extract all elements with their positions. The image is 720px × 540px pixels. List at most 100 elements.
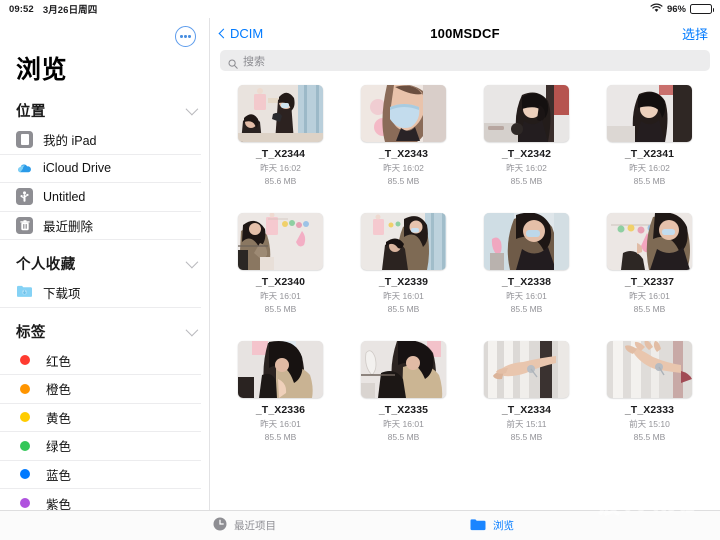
- sidebar-item-tag-blue[interactable]: 蓝色: [0, 461, 201, 489]
- file-item[interactable]: _T_X2340 昨天 16:01 85.5 MB: [224, 213, 337, 315]
- file-thumbnail[interactable]: [484, 85, 569, 142]
- sidebar-item-downloads[interactable]: 下载项: [0, 279, 201, 308]
- page-title: 100MSDCF: [430, 25, 500, 41]
- file-name: _T_X2337: [624, 276, 675, 288]
- file-item[interactable]: _T_X2338 昨天 16:01 85.5 MB: [470, 213, 583, 315]
- battery-percent: 96%: [666, 3, 686, 15]
- file-date: 昨天 16:01: [260, 290, 301, 301]
- file-grid: _T_X2344 昨天 16:02 85.6 MB _T_X2343 昨天 16…: [224, 85, 706, 443]
- tag-dot-icon: [19, 383, 30, 394]
- file-name: _T_X2344: [255, 148, 306, 160]
- file-item[interactable]: _T_X2333 前天 15:10 85.5 MB: [593, 341, 706, 443]
- file-item[interactable]: _T_X2339 昨天 16:01 85.5 MB: [347, 213, 460, 315]
- sidebar-group-title: 标签: [16, 324, 46, 341]
- sidebar-item-icloud-drive[interactable]: iCloud Drive: [0, 155, 201, 183]
- sidebar-item-tag-yellow[interactable]: 黄色: [0, 404, 201, 432]
- chevron-left-icon: [218, 28, 229, 38]
- sidebar-item-label: Untitled: [43, 189, 86, 204]
- status-date: 3月26日周四: [42, 5, 98, 16]
- file-name: _T_X2342: [501, 148, 552, 160]
- file-size: 85.5 MB: [510, 304, 543, 314]
- ipad-icon: [16, 131, 33, 149]
- tag-dot-icon: [19, 469, 30, 480]
- chevron-down-icon[interactable]: [185, 102, 199, 116]
- file-item[interactable]: _T_X2341 昨天 16:02 85.5 MB: [593, 85, 706, 187]
- file-date: 前天 15:10: [629, 418, 670, 429]
- sidebar-item-tag-purple[interactable]: 紫色: [0, 489, 201, 510]
- file-thumbnail[interactable]: [484, 213, 569, 270]
- file-date: 昨天 16:01: [383, 418, 424, 429]
- file-name: _T_X2335: [378, 404, 429, 416]
- ellipsis-circle-icon[interactable]: [175, 26, 196, 47]
- folder-icon: [470, 518, 486, 534]
- sidebar-scroll[interactable]: 浏览 位置 我的 iPad iCloud Drive Untitled 最近删除…: [0, 55, 209, 510]
- file-item[interactable]: _T_X2343 昨天 16:02 85.5 MB: [347, 85, 460, 187]
- file-date: 昨天 16:02: [260, 162, 301, 173]
- sidebar-item-label: 下载项: [43, 287, 81, 302]
- file-item[interactable]: _T_X2336 昨天 16:01 85.5 MB: [224, 341, 337, 443]
- sidebar-group-header-locations[interactable]: 位置: [0, 95, 209, 126]
- sidebar-item-untitled-usb[interactable]: Untitled: [0, 183, 201, 212]
- file-name: _T_X2339: [378, 276, 429, 288]
- file-name: _T_X2340: [255, 276, 306, 288]
- back-button[interactable]: DCIM: [218, 25, 264, 41]
- file-thumbnail[interactable]: [607, 341, 692, 398]
- sidebar-item-tag-red[interactable]: 红色: [0, 347, 201, 375]
- tab-recents[interactable]: 最近项目: [213, 517, 276, 534]
- chevron-down-icon[interactable]: [185, 255, 199, 269]
- back-button-label: DCIM: [230, 25, 264, 41]
- file-item[interactable]: _T_X2337 昨天 16:01 85.5 MB: [593, 213, 706, 315]
- status-bar-right: 96%: [650, 3, 714, 16]
- sidebar-item-tag-green[interactable]: 绿色: [0, 432, 201, 461]
- sidebar-item-label: 黄色: [46, 411, 72, 426]
- sidebar-item-label: 蓝色: [46, 468, 72, 483]
- sidebar-item-recently-deleted[interactable]: 最近删除: [0, 212, 201, 240]
- sidebar-item-label: 紫色: [46, 497, 72, 510]
- sidebar-group-header-tags[interactable]: 标签: [0, 316, 209, 347]
- file-thumbnail[interactable]: [238, 85, 323, 142]
- file-thumbnail[interactable]: [361, 85, 446, 142]
- file-size: 85.5 MB: [264, 432, 297, 442]
- tab-browse[interactable]: 浏览: [470, 518, 514, 534]
- sidebar-item-my-ipad[interactable]: 我的 iPad: [0, 126, 201, 155]
- file-thumbnail[interactable]: [484, 341, 569, 398]
- file-size: 85.5 MB: [633, 432, 666, 442]
- file-thumbnail[interactable]: [607, 85, 692, 142]
- sidebar-group-header-favorites[interactable]: 个人收藏: [0, 248, 209, 279]
- file-size: 85.5 MB: [633, 176, 666, 186]
- file-size: 85.5 MB: [633, 304, 666, 314]
- tab-browse-label: 浏览: [493, 520, 514, 532]
- sidebar-item-label: 绿色: [46, 440, 72, 455]
- file-grid-scroll[interactable]: _T_X2344 昨天 16:02 85.6 MB _T_X2343 昨天 16…: [210, 79, 720, 510]
- file-name: _T_X2333: [624, 404, 675, 416]
- file-date: 昨天 16:02: [629, 162, 670, 173]
- file-item[interactable]: _T_X2344 昨天 16:02 85.6 MB: [224, 85, 337, 187]
- sidebar-title: 浏览: [16, 56, 68, 84]
- file-thumbnail[interactable]: [607, 213, 692, 270]
- search-input[interactable]: 搜索: [220, 50, 710, 71]
- status-time: 09:52: [9, 3, 34, 15]
- file-thumbnail[interactable]: [238, 213, 323, 270]
- select-button[interactable]: 选择: [682, 24, 708, 43]
- sidebar-item-tag-orange[interactable]: 橙色: [0, 375, 201, 404]
- file-item[interactable]: _T_X2335 昨天 16:01 85.5 MB: [347, 341, 460, 443]
- tab-recents-label: 最近项目: [234, 520, 276, 532]
- sidebar-group-title: 个人收藏: [16, 257, 76, 273]
- status-bar-left: 09:52 3月26日周四: [9, 2, 98, 17]
- search-icon: [228, 56, 238, 69]
- chevron-down-icon[interactable]: [185, 323, 199, 336]
- sidebar-item-label: 最近删除: [43, 219, 94, 234]
- search-container: 搜索: [210, 48, 720, 79]
- sidebar-item-label: iCloud Drive: [43, 161, 112, 176]
- file-item[interactable]: _T_X2334 前天 15:11 85.5 MB: [470, 341, 583, 443]
- file-thumbnail[interactable]: [361, 341, 446, 398]
- sidebar-group-title: 位置: [16, 104, 46, 120]
- file-name: _T_X2341: [624, 148, 675, 160]
- file-thumbnail[interactable]: [361, 213, 446, 270]
- file-thumbnail[interactable]: [238, 341, 323, 398]
- tag-dot-icon: [19, 440, 30, 451]
- file-date: 昨天 16:01: [629, 290, 670, 301]
- file-item[interactable]: _T_X2342 昨天 16:02 85.5 MB: [470, 85, 583, 187]
- usb-drive-icon: [16, 188, 33, 206]
- search-placeholder: 搜索: [243, 55, 265, 68]
